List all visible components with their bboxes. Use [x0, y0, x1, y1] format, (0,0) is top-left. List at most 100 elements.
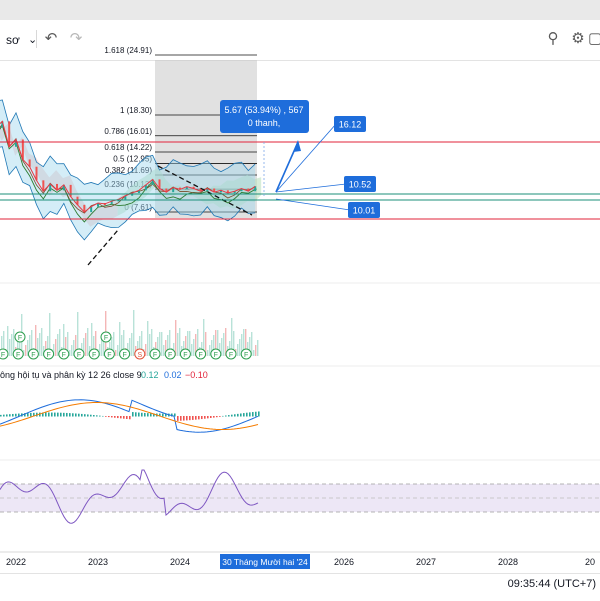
macd-hist-bar	[213, 416, 215, 418]
buy-signal-marker[interactable]: F	[73, 348, 85, 360]
macd-hist-bar	[249, 412, 251, 417]
signal-label: F	[198, 352, 202, 359]
signal-value: 0.02	[164, 370, 182, 380]
macd-hist-bar	[54, 412, 56, 417]
macd-hist-bar	[147, 413, 149, 417]
macd-hist-bar	[180, 416, 182, 421]
macd-hist-bar	[201, 416, 203, 420]
time-axis-tick: 2024	[170, 557, 190, 567]
trend-line-dashed	[87, 229, 119, 266]
signal-label: F	[1, 352, 5, 359]
clock-label: 09:35:44 (UTC+7)	[507, 578, 596, 590]
macd-hist-bar	[129, 416, 131, 420]
macd-hist-bar	[6, 414, 8, 417]
macd-hist-bar	[111, 416, 113, 418]
macd-hist-bar	[120, 416, 122, 419]
macd-hist-bar	[27, 413, 29, 417]
macd-hist-bar	[9, 414, 11, 417]
buy-signal-marker[interactable]: F	[88, 348, 100, 360]
sell-signal-marker[interactable]: S	[134, 348, 146, 360]
volume-bar	[163, 345, 165, 356]
buy-signal-marker[interactable]: F	[164, 348, 176, 360]
macd-hist-bar	[204, 416, 206, 419]
volume-bar	[239, 339, 241, 356]
volume-bar	[193, 339, 195, 356]
buy-signal-marker[interactable]: F	[225, 348, 237, 360]
macd-hist-bar	[84, 414, 86, 417]
macd-value: 0.12	[141, 370, 159, 380]
macd-hist-bar	[183, 416, 185, 421]
buy-signal-marker[interactable]: F	[27, 348, 39, 360]
macd-hist-bar	[228, 415, 230, 417]
buy-signal-marker[interactable]: F	[119, 348, 131, 360]
macd-hist-bar	[15, 413, 17, 417]
macd-hist-bar	[246, 412, 248, 417]
time-axis-tick: 2023	[88, 557, 108, 567]
macd-hist-bar	[108, 416, 110, 418]
volume-bar	[255, 345, 257, 356]
buy-signal-marker[interactable]: F	[149, 348, 161, 360]
signal-label: F	[122, 352, 126, 359]
volume-bar	[25, 345, 27, 356]
macd-hist-bar	[123, 416, 125, 419]
buy-signal-marker[interactable]: F	[14, 331, 26, 343]
macd-hist-bar	[72, 413, 74, 417]
volume-bar	[41, 328, 43, 356]
crosshair-date-label: 30 Tháng Mười hai '24	[222, 557, 308, 567]
macd-legend: ông hội tụ và phân kỳ 12 26 close 9	[0, 370, 142, 380]
callout-line	[275, 198, 351, 211]
volume-bar	[71, 345, 73, 356]
volume-bar	[69, 350, 71, 356]
macd-hist-bar	[63, 412, 65, 417]
macd-hist-bar	[132, 412, 134, 417]
volume-bar	[101, 339, 103, 356]
macd-hist-bar	[195, 416, 197, 420]
signal-label: F	[229, 352, 233, 359]
macd-hist-bar	[60, 412, 62, 417]
volume-bar	[253, 350, 255, 356]
level-label-10-52: 10.52	[349, 180, 372, 190]
volume-bar	[191, 344, 193, 356]
macd-hist-bar	[231, 414, 233, 417]
macd-hist-bar	[216, 416, 218, 418]
buy-signal-marker[interactable]: F	[103, 348, 115, 360]
macd-hist-bar	[144, 412, 146, 417]
signal-label: F	[16, 352, 20, 359]
buy-signal-marker[interactable]: F	[100, 331, 112, 343]
macd-hist-bar	[3, 414, 5, 417]
macd-hist-bar	[102, 415, 104, 417]
fib-level-label: 0.786 (16.01)	[104, 127, 152, 136]
macd-hist-bar	[78, 413, 80, 417]
macd-hist-bar	[99, 415, 101, 417]
signal-label: F	[214, 352, 218, 359]
macd-hist-bar	[192, 416, 194, 420]
volume-bar	[117, 345, 119, 356]
volume-bar	[87, 328, 89, 356]
buy-signal-marker[interactable]: F	[43, 348, 55, 360]
buy-signal-marker[interactable]: F	[12, 348, 24, 360]
signal-label: S	[137, 352, 142, 359]
volume-bar	[131, 333, 133, 356]
price-chart[interactable]: 1.618 (24.91) 1 (18.30) 0.786 (16.01) 0.618…	[0, 0, 600, 600]
volume-bar	[115, 350, 117, 356]
signal-label: F	[244, 352, 248, 359]
macd-hist-bar	[75, 413, 77, 417]
signal-label: F	[153, 352, 157, 359]
volume-bar	[55, 339, 57, 356]
macd-hist-bar	[240, 413, 242, 417]
macd-hist-bar	[81, 413, 83, 417]
volume-bar	[257, 340, 259, 356]
buy-signal-marker[interactable]: F	[210, 348, 222, 360]
buy-signal-marker[interactable]: F	[58, 348, 70, 360]
buy-signal-marker[interactable]: F	[0, 348, 9, 360]
macd-hist-bar	[93, 415, 95, 417]
buy-signal-marker[interactable]: F	[179, 348, 191, 360]
measure-tooltip-line1: 5.67 (53.94%) , 567	[224, 105, 303, 115]
volume-bar	[177, 333, 179, 356]
volume-bar	[209, 345, 211, 356]
buy-signal-marker[interactable]: F	[195, 348, 207, 360]
buy-signal-marker[interactable]: F	[240, 348, 252, 360]
measure-tooltip-line2: 0 thanh,	[248, 118, 281, 128]
macd-hist-bar	[126, 416, 128, 419]
macd-hist-bar	[150, 413, 152, 417]
